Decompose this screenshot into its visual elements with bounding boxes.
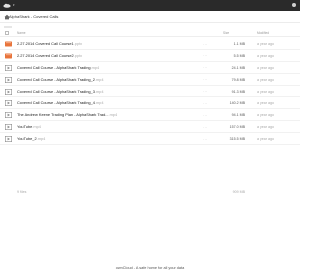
- file-modified: a year ago: [257, 53, 274, 58]
- file-name[interactable]: YouTube_2.mp4: [17, 136, 45, 142]
- presentation-file-icon: [5, 53, 12, 59]
- video-file-icon: [5, 88, 12, 95]
- action-row: [4, 26, 12, 28]
- header-size[interactable]: Size: [223, 31, 229, 35]
- file-size: 1.1 MB: [233, 42, 245, 46]
- file-list-header: Name Size Modified: [0, 29, 300, 37]
- file-size: 24.1 MB: [231, 65, 245, 70]
- top-right-controls: [292, 3, 296, 8]
- file-size: 157.0 MB: [229, 125, 245, 130]
- app-menu-chevron-icon[interactable]: ▾: [13, 3, 22, 8]
- file-name[interactable]: Covered Call Course - AlphaShark Trading…: [17, 100, 104, 106]
- file-row[interactable]: The Andrew Keene Trading Plan - AlphaSha…: [0, 109, 300, 122]
- more-actions-icon[interactable]: ···: [203, 77, 208, 82]
- file-row[interactable]: YouTube.mp4 ··· 157.0 MB a year ago: [0, 121, 300, 134]
- file-size: 91.3 MB: [231, 89, 245, 94]
- file-summary: 9 files 909 MB: [0, 189, 300, 197]
- file-row[interactable]: Covered Call Course - AlphaShark Trading…: [0, 97, 300, 110]
- breadcrumb-current[interactable]: AlphaShark - Covered Calls: [9, 14, 58, 20]
- file-modified: a year ago: [257, 125, 274, 130]
- file-list: 2.27.2014 Covered Call Course1.pptx ··· …: [0, 38, 300, 146]
- footer-text: ownCloud - A safe home for all your data: [115, 266, 185, 270]
- video-file-icon: [5, 112, 12, 119]
- file-row[interactable]: YouTube_2.mp4 ··· 315.5 MB a year ago: [0, 133, 300, 146]
- file-name[interactable]: YouTube.mp4: [17, 124, 41, 130]
- file-count: 9 files: [17, 190, 27, 194]
- video-file-icon: [5, 76, 12, 83]
- more-actions-icon[interactable]: ···: [203, 101, 208, 106]
- breadcrumb-bar: AlphaShark - Covered Calls: [0, 11, 300, 23]
- file-name[interactable]: 2.27.2014 Covered Call Course1.pptx: [17, 41, 82, 47]
- more-actions-icon[interactable]: ···: [203, 113, 208, 118]
- file-size: 140.2 MB: [229, 101, 245, 106]
- file-modified: a year ago: [257, 101, 274, 106]
- file-size: 79.8 MB: [231, 77, 245, 82]
- file-row[interactable]: 2.27.2014 Covered Call Course2.pptx ··· …: [0, 50, 300, 62]
- file-name[interactable]: The Andrew Keene Trading Plan - AlphaSha…: [17, 112, 117, 118]
- more-actions-icon[interactable]: ···: [203, 89, 208, 94]
- total-size: 909 MB: [232, 190, 245, 194]
- header-modified[interactable]: Modified: [257, 31, 269, 35]
- more-actions-icon[interactable]: ···: [203, 53, 208, 58]
- file-size: 315.5 MB: [229, 137, 245, 142]
- header-name[interactable]: Name: [17, 31, 26, 35]
- video-file-icon: [5, 136, 12, 143]
- top-bar: ▾: [0, 0, 300, 11]
- file-row[interactable]: Covered Call Course - AlphaShark Trading…: [0, 86, 300, 98]
- file-row[interactable]: 2.27.2014 Covered Call Course1.pptx ··· …: [0, 38, 300, 50]
- user-avatar-icon[interactable]: [292, 3, 296, 7]
- file-name[interactable]: 2.27.2014 Covered Call Course2.pptx: [17, 53, 82, 59]
- more-actions-icon[interactable]: ···: [203, 137, 208, 142]
- more-actions-icon[interactable]: ···: [203, 42, 208, 47]
- select-all-checkbox[interactable]: [5, 31, 9, 35]
- file-size: 94.1 MB: [231, 113, 245, 118]
- file-modified: a year ago: [257, 137, 274, 142]
- owncloud-logo-icon[interactable]: [3, 3, 11, 8]
- file-row[interactable]: Covered Call Course - AlphaShark Trading…: [0, 74, 300, 86]
- file-name[interactable]: Covered Call Course - AlphaShark Trading…: [17, 65, 99, 71]
- more-actions-icon[interactable]: ···: [203, 65, 208, 70]
- presentation-file-icon: [5, 41, 12, 47]
- video-file-icon: [5, 100, 12, 107]
- file-modified: a year ago: [257, 65, 274, 70]
- action-placeholder: [4, 26, 12, 28]
- file-modified: a year ago: [257, 89, 274, 94]
- file-name[interactable]: Covered Call Course - AlphaShark Trading…: [17, 89, 104, 95]
- file-row[interactable]: Covered Call Course - AlphaShark Trading…: [0, 62, 300, 74]
- file-modified: a year ago: [257, 113, 274, 118]
- file-size: 5.5 MB: [233, 53, 245, 58]
- video-file-icon: [5, 64, 12, 71]
- more-actions-icon[interactable]: ···: [203, 125, 208, 130]
- file-modified: a year ago: [257, 77, 274, 82]
- file-name[interactable]: Covered Call Course - AlphaShark Trading…: [17, 77, 104, 83]
- video-file-icon: [5, 124, 12, 131]
- file-modified: a year ago: [257, 42, 274, 46]
